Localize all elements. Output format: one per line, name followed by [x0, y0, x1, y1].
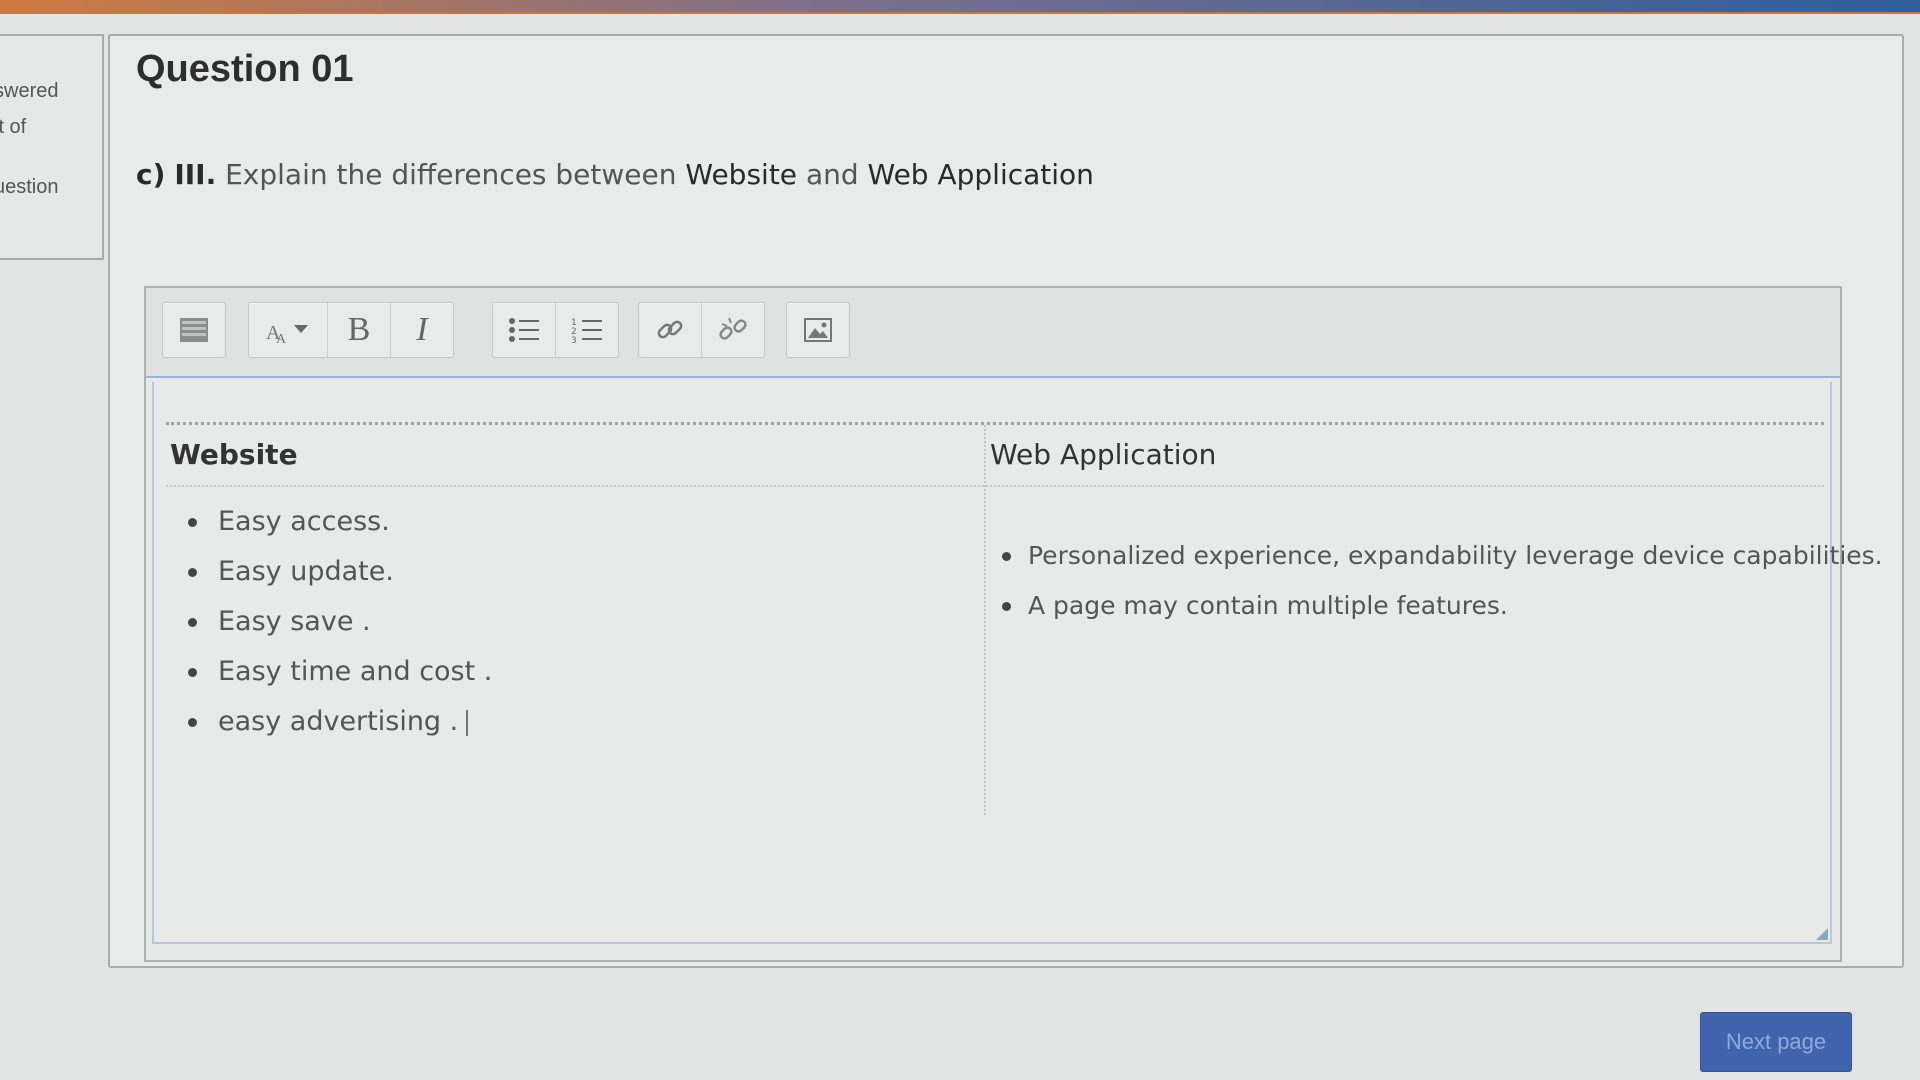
term-website: Website: [685, 158, 798, 191]
list-item-last[interactable]: easy advertising .: [166, 697, 984, 747]
list-item-text[interactable]: easy advertising .: [218, 706, 458, 737]
question-info-panel: swered it of uestion: [0, 34, 104, 260]
editor-toolbar: AA B I 123: [146, 288, 1840, 378]
toolbar-group-media: [786, 302, 850, 358]
web-application-header[interactable]: Web Application: [986, 425, 1824, 487]
list-item[interactable]: Easy access.: [166, 497, 984, 547]
svg-text:A: A: [276, 332, 287, 345]
editor-resize-handle[interactable]: [1816, 928, 1828, 940]
italic-icon[interactable]: I: [391, 303, 453, 357]
top-header-bar: [0, 0, 1920, 14]
unlink-icon[interactable]: [702, 303, 764, 357]
list-item[interactable]: A page may contain multiple features.: [986, 581, 1824, 631]
toggle-toolbar-icon[interactable]: [163, 303, 225, 357]
question-panel: Question 01 c) III. Explain the differen…: [108, 34, 1904, 968]
question-roman-label: III.: [174, 158, 217, 191]
bullet-list-icon[interactable]: [493, 303, 556, 357]
image-icon[interactable]: [787, 303, 849, 357]
question-title: Question 01: [136, 48, 354, 90]
flag-question-link[interactable]: uestion: [0, 176, 59, 199]
toolbar-group-lists: 123: [492, 302, 619, 358]
answer-table[interactable]: Website Easy access. Easy update. Easy s…: [166, 422, 1883, 815]
toolbar-group-format: AA B I: [248, 302, 454, 358]
rich-text-editor[interactable]: AA B I 123 Website Easy access. Easy upd…: [144, 286, 1883, 962]
question-text: Explain the differences between: [225, 158, 677, 191]
list-item[interactable]: Easy update.: [166, 547, 984, 597]
web-application-list[interactable]: Personalized experience, expandability l…: [986, 487, 1883, 631]
info-marks-text: it of: [0, 116, 27, 138]
question-and: and: [805, 158, 859, 191]
text-cursor: [466, 709, 469, 736]
font-style-icon[interactable]: AA: [249, 303, 328, 357]
next-page-button[interactable]: Next page: [1700, 1012, 1852, 1072]
website-list[interactable]: Easy access. Easy update. Easy save . Ea…: [166, 487, 984, 747]
question-prompt: c) III. Explain the differences between …: [136, 158, 1094, 191]
toolbar-group-toggle: [162, 302, 226, 358]
web-application-column[interactable]: Web Application Personalized experience,…: [986, 425, 1883, 815]
website-header[interactable]: Website: [166, 425, 984, 487]
info-status-text: swered: [0, 80, 59, 102]
svg-text:3: 3: [571, 336, 577, 344]
numbered-list-icon[interactable]: 123: [556, 303, 618, 357]
website-column[interactable]: Website Easy access. Easy update. Easy s…: [166, 425, 986, 815]
list-item[interactable]: Easy save .: [166, 597, 984, 647]
bold-icon[interactable]: B: [328, 303, 391, 357]
question-part-label: c): [136, 158, 166, 191]
list-item[interactable]: Personalized experience, expandability l…: [986, 531, 1883, 581]
list-item[interactable]: Easy time and cost .: [166, 647, 984, 697]
term-web-application: Web Application: [867, 158, 1094, 191]
toolbar-group-links: [638, 302, 765, 358]
editor-content-area[interactable]: Website Easy access. Easy update. Easy s…: [152, 382, 1883, 944]
link-icon[interactable]: [639, 303, 702, 357]
